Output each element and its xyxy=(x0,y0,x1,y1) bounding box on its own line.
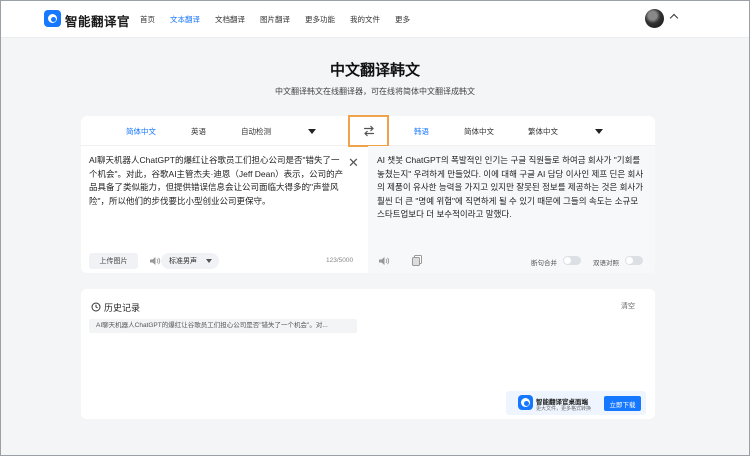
source-lang-auto-detect[interactable]: 自动检测 xyxy=(241,126,271,137)
bilingual-toggle[interactable] xyxy=(625,256,643,265)
nav-item-more-features[interactable]: 更多功能 xyxy=(305,14,335,25)
history-card: 历史记录 清空 AI聊天机器人ChatGPT的爆红让谷歌员工们担心公司是否"错失… xyxy=(81,289,655,419)
app-logo-icon xyxy=(518,395,533,410)
speaker-icon[interactable] xyxy=(149,256,161,266)
source-lang-simplified-chinese[interactable]: 简体中文 xyxy=(126,126,156,137)
history-title: 历史记录 xyxy=(104,303,141,313)
nav-item-more[interactable]: 更多 xyxy=(395,14,410,25)
brand-name[interactable]: 智能翻译官 xyxy=(65,11,130,30)
copy-icon[interactable] xyxy=(412,255,422,266)
caret-down-icon xyxy=(206,259,212,263)
chevron-up-icon[interactable] xyxy=(669,13,679,23)
history-icon xyxy=(91,302,101,312)
download-now-button[interactable]: 立即下载 xyxy=(604,396,641,411)
close-icon[interactable]: ✕ xyxy=(348,156,359,169)
page-subtitle: 中文翻译韩文在线翻译器，可在线将简体中文翻译成韩文 xyxy=(275,87,475,96)
desktop-app-promo: 智能翻译官桌面端 更大文件，更多格式转换 立即下载 xyxy=(506,391,646,415)
target-lang-dropdown-icon[interactable] xyxy=(595,129,603,134)
voice-select-label: 标准男声 xyxy=(169,258,197,265)
char-counter: 123/5000 xyxy=(326,257,354,264)
target-lang-simplified-chinese[interactable]: 简体中文 xyxy=(464,126,494,137)
upload-image-button[interactable]: 上传图片 xyxy=(89,253,138,269)
swap-icon xyxy=(363,125,374,137)
nav-item-image-translate[interactable]: 图片翻译 xyxy=(260,14,290,25)
page-title: 中文翻译韩文 xyxy=(329,62,420,79)
language-bar: 简体中文 英语 自动检测 韩语 简体中文 繁体中文 xyxy=(81,115,655,147)
avatar[interactable] xyxy=(645,9,664,28)
logo-icon[interactable] xyxy=(44,10,61,27)
source-lang-dropdown-icon[interactable] xyxy=(308,129,316,134)
clear-history-button[interactable]: 清空 xyxy=(621,301,635,311)
swap-languages-button[interactable] xyxy=(348,115,389,147)
nav-item-doc-translate[interactable]: 文档翻译 xyxy=(215,14,245,25)
source-text-input[interactable]: AI聊天机器人ChatGPT的爆红让谷歌员工们担心公司是否"错失了一个机会"。对… xyxy=(89,154,347,208)
top-nav: 智能翻译官 首页 文本翻译 文档翻译 图片翻译 更多功能 我的文件 更多 xyxy=(0,0,750,38)
nav-item-text-translate[interactable]: 文本翻译 xyxy=(170,14,200,25)
source-lang-english[interactable]: 英语 xyxy=(191,126,206,137)
nav-item-home[interactable]: 首页 xyxy=(140,14,155,25)
main-nav: 首页 文本翻译 文档翻译 图片翻译 更多功能 我的文件 更多 xyxy=(140,0,425,38)
sentence-merge-toggle[interactable] xyxy=(563,256,581,265)
history-item[interactable]: AI聊天机器人ChatGPT的爆红让谷歌员工们担心公司是否"错失了一个机会"。对… xyxy=(89,319,357,333)
translator-card: 简体中文 英语 自动检测 韩语 简体中文 繁体中文 AI聊天机器人ChatGPT… xyxy=(81,115,655,273)
promo-subtitle: 更大文件，更多格式转换 xyxy=(536,406,592,412)
target-lang-traditional-chinese[interactable]: 繁体中文 xyxy=(528,126,558,137)
target-lang-korean[interactable]: 韩语 xyxy=(414,126,429,137)
bilingual-label: 双语对照 xyxy=(593,260,619,267)
voice-select[interactable]: 标准男声 xyxy=(161,253,219,269)
nav-item-my-files[interactable]: 我的文件 xyxy=(350,14,380,25)
speaker-icon[interactable] xyxy=(378,256,390,266)
sentence-merge-label: 断句合并 xyxy=(531,260,557,267)
target-text-output: AI 챗봇 ChatGPT의 폭발적인 인기는 구글 직원들로 하여금 회사가 … xyxy=(377,155,644,219)
